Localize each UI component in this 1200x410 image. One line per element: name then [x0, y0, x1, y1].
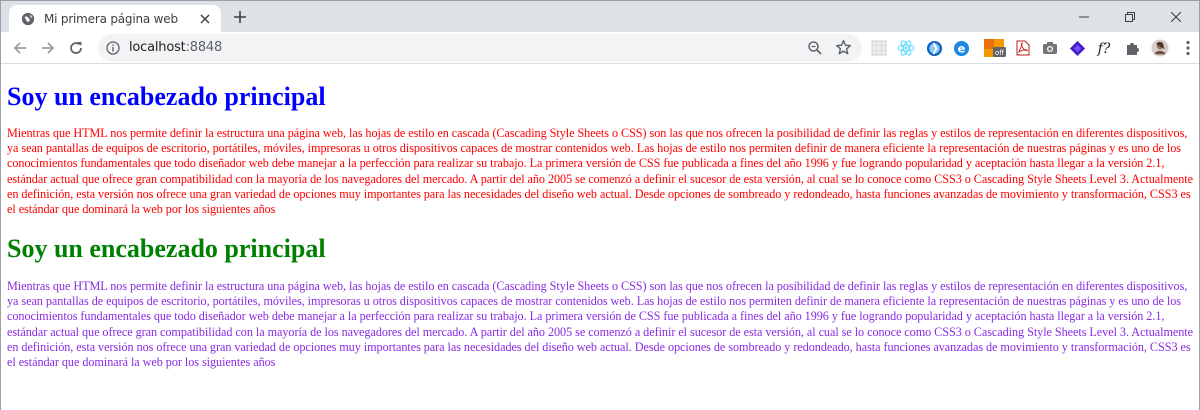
- profile-avatar-icon[interactable]: [1151, 39, 1169, 57]
- arrow-left-icon: [13, 42, 26, 54]
- url-port: :8848: [185, 40, 223, 55]
- extension-badge: off: [995, 49, 1004, 57]
- zoom-icon[interactable]: [807, 40, 823, 56]
- url-host: localhost: [129, 40, 186, 55]
- url-text[interactable]: localhost:8848: [129, 40, 222, 55]
- forward-button[interactable]: [35, 35, 61, 61]
- extension-off-icon[interactable]: off: [984, 39, 1006, 57]
- puzzle-icon[interactable]: [1124, 39, 1142, 57]
- arrow-right-icon: [42, 42, 55, 54]
- close-tab-icon[interactable]: [197, 11, 213, 27]
- browser-tab[interactable]: Mi primera página web: [9, 5, 221, 32]
- font-finder-icon[interactable]: f?: [1096, 39, 1114, 57]
- menu-kebab-icon[interactable]: [1179, 39, 1197, 57]
- svg-text:e: e: [957, 41, 965, 55]
- tab-strip: Mi primera página web: [1, 1, 1199, 32]
- camera-icon[interactable]: [1041, 39, 1059, 57]
- heading-2: Soy un encabezado principal: [7, 234, 326, 263]
- back-button[interactable]: [7, 35, 33, 61]
- page-viewport: Soy un encabezado principal Mientras que…: [1, 65, 1199, 410]
- minimize-icon: [1079, 16, 1089, 17]
- tab-title: Mi primera página web: [44, 11, 178, 26]
- react-devtools-icon[interactable]: [897, 39, 915, 57]
- close-icon: [1171, 11, 1181, 22]
- minimize-button[interactable]: [1061, 1, 1107, 32]
- heading-1: Soy un encabezado principal: [7, 82, 326, 111]
- plus-icon: [234, 11, 246, 23]
- restore-icon: [1125, 11, 1135, 22]
- paragraph-2: Mientras que HTML nos permite definir la…: [7, 279, 1193, 370]
- extension-blue-icon[interactable]: [925, 39, 943, 57]
- browser-toolbar: localhost:8848 e off f?: [1, 32, 1199, 64]
- info-icon[interactable]: [105, 40, 121, 56]
- browser-window: Mi primera página web localhost:8848 e o…: [0, 0, 1200, 410]
- extension-grid-icon[interactable]: [870, 39, 888, 57]
- address-bar[interactable]: localhost:8848: [98, 34, 862, 62]
- svg-text:f?: f?: [1097, 41, 1111, 57]
- star-icon[interactable]: [835, 39, 853, 57]
- globe-icon: [20, 11, 36, 27]
- reload-icon: [70, 42, 82, 54]
- restore-button[interactable]: [1107, 1, 1153, 32]
- close-window-button[interactable]: [1153, 1, 1199, 32]
- paragraph-1: Mientras que HTML nos permite definir la…: [7, 126, 1193, 217]
- reload-button[interactable]: [63, 35, 89, 61]
- pdf-icon[interactable]: [1014, 39, 1032, 57]
- extension-purple-icon[interactable]: [1068, 39, 1086, 57]
- extension-ie-icon[interactable]: e: [952, 39, 970, 57]
- new-tab-button[interactable]: [230, 7, 250, 27]
